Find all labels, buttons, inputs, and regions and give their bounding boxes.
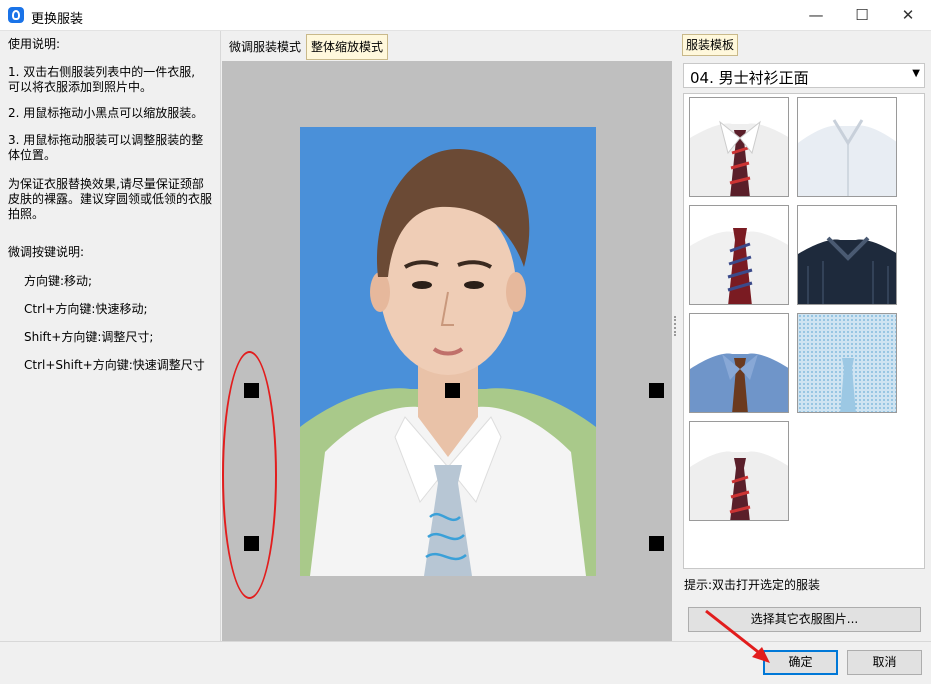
- templates-panel: 服装模板 04. 男士衬衫正面 ▼ 提示:双击打开选定的服装 选择其它衣服图片.…: [679, 31, 931, 641]
- key-hint-fast-move: Ctrl+方向键:快速移动;: [24, 302, 148, 316]
- resize-handle-left-top[interactable]: [244, 383, 259, 398]
- chevron-down-icon: ▼: [912, 68, 920, 79]
- key-hint-move: 方向键:移动;: [24, 274, 93, 288]
- window-title: 更换服装: [31, 12, 84, 27]
- portrait-photo[interactable]: [300, 127, 596, 576]
- editing-canvas[interactable]: [222, 61, 672, 641]
- tab-scale-mode[interactable]: 整体缩放模式: [306, 34, 389, 60]
- category-select[interactable]: 04. 男士衬衫正面 ▼: [683, 63, 925, 88]
- instructions-heading: 使用说明:: [8, 37, 61, 51]
- instructions-panel: 使用说明: 1. 双击右侧服装列表中的一件衣服, 可以将衣服添加到照片中。 2.…: [0, 31, 221, 641]
- splitter-grip-icon: [674, 316, 676, 336]
- tab-clothing-templates[interactable]: 服装模板: [682, 34, 739, 56]
- instruction-step-1: 1. 双击右侧服装列表中的一件衣服, 可以将衣服添加到照片中。: [8, 65, 196, 94]
- maximize-button[interactable]: ☐: [839, 0, 885, 31]
- blue-shirt-icon: [690, 353, 788, 412]
- clothing-thumbnail[interactable]: [689, 421, 789, 521]
- clothing-thumbnail[interactable]: [797, 97, 897, 197]
- portrait-illustration: [300, 148, 596, 576]
- shirt-tie-icon: [690, 228, 788, 304]
- dark-shirt-icon: [798, 236, 896, 304]
- clothing-thumbnail[interactable]: [797, 205, 897, 305]
- resize-handle-right-top[interactable]: [649, 383, 664, 398]
- instruction-note: 为保证衣服替换效果,请尽量保证颈部 皮肤的裸露。建议穿圆领或低领的衣服 拍照。: [8, 177, 213, 221]
- title-bar: 更换服装 — ☐ ✕: [0, 0, 931, 31]
- instruction-step-3: 3. 用鼠标拖动服装可以调整服装的整 体位置。: [8, 133, 204, 162]
- instruction-step-2: 2. 用鼠标拖动小黑点可以缩放服装。: [8, 106, 204, 120]
- light-blue-shirt-icon: [798, 314, 896, 412]
- resize-handle-right-bottom[interactable]: [649, 536, 664, 551]
- close-button[interactable]: ✕: [885, 0, 931, 31]
- shirt-tie-icon: [690, 451, 788, 520]
- clothing-gallery: [683, 93, 925, 569]
- clothing-thumbnail[interactable]: [689, 97, 789, 197]
- blouse-icon: [798, 119, 896, 196]
- category-select-value: 04. 男士衬衫正面: [690, 69, 809, 87]
- mode-tabs: 微调服装模式 整体缩放模式: [222, 31, 672, 61]
- resize-handle-top-center[interactable]: [445, 383, 460, 398]
- minimize-button[interactable]: —: [793, 0, 839, 31]
- key-hint-resize: Shift+方向键:调整尺寸;: [24, 330, 154, 344]
- annotation-arrow-icon: [705, 609, 770, 663]
- clothing-thumbnail[interactable]: [797, 313, 897, 413]
- key-hint-fast-resize: Ctrl+Shift+方向键:快速调整尺寸: [24, 358, 205, 372]
- app-icon: [8, 7, 24, 23]
- tab-fine-tune-mode[interactable]: 微调服装模式: [224, 34, 306, 60]
- clothing-thumbnail[interactable]: [689, 205, 789, 305]
- panel-splitter[interactable]: [672, 31, 679, 641]
- clothing-thumbnail[interactable]: [689, 313, 789, 413]
- keys-heading: 微调按键说明:: [8, 245, 85, 259]
- cancel-button[interactable]: 取消: [847, 650, 922, 675]
- resize-handle-left-bottom[interactable]: [244, 536, 259, 551]
- dialog-button-bar: 确定 取消: [0, 641, 931, 684]
- shirt-tie-icon: [690, 120, 788, 196]
- gallery-hint: 提示:双击打开选定的服装: [684, 578, 821, 592]
